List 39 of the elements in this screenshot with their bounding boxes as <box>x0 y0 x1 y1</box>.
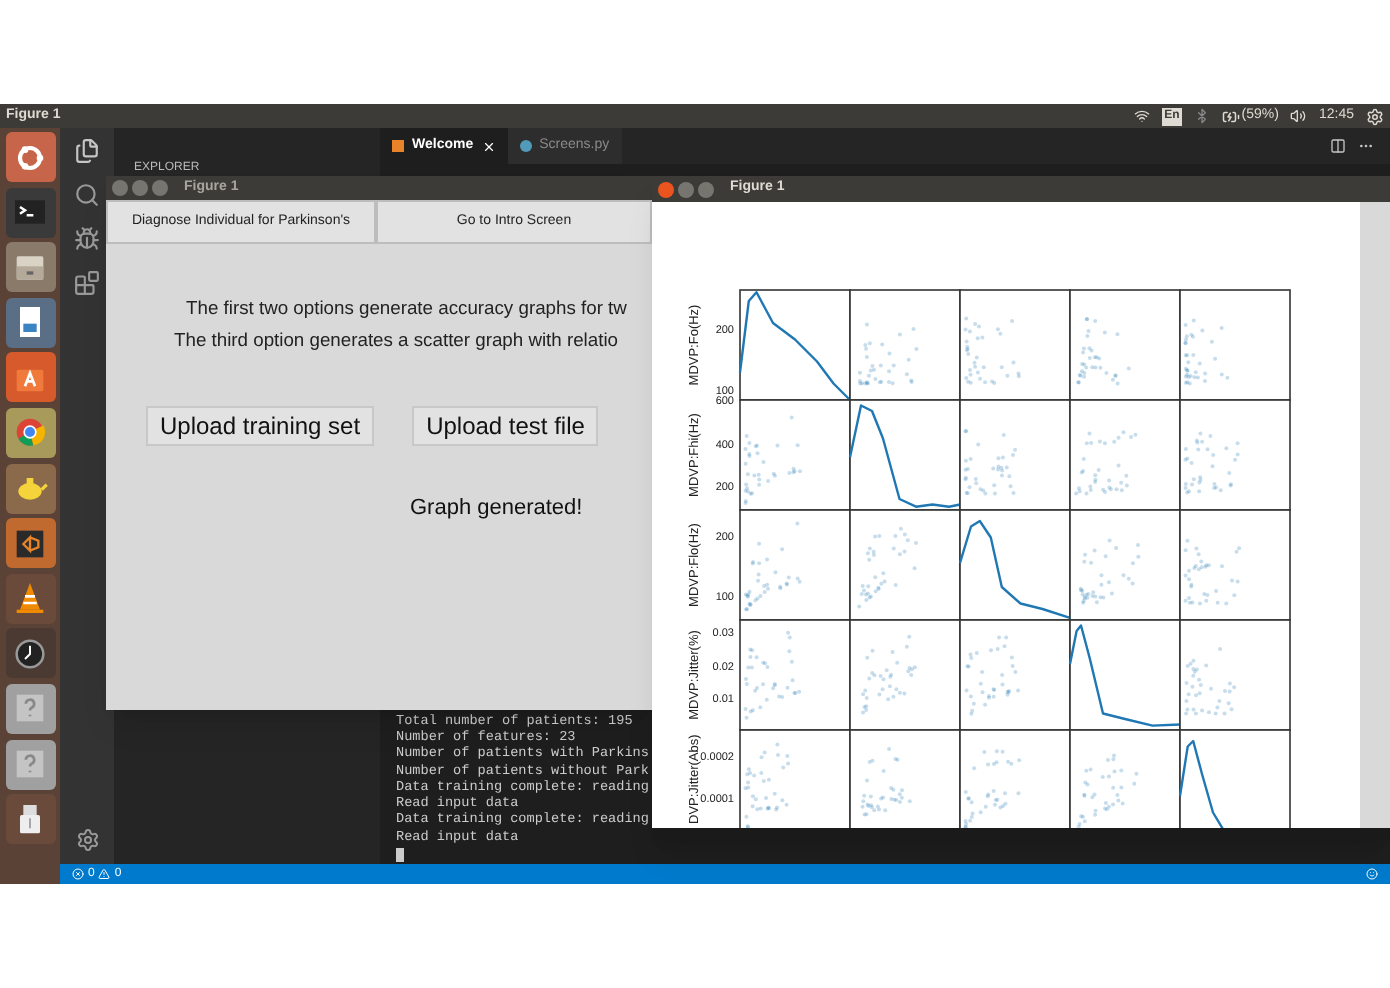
upload-button[interactable]: Upload test file <box>412 406 599 446</box>
clock-icon[interactable] <box>5 628 55 679</box>
upload-button[interactable]: Upload training set <box>146 406 375 446</box>
battery-icon[interactable] <box>1221 107 1240 125</box>
teapot-icon[interactable] <box>5 463 55 514</box>
close-button[interactable] <box>658 181 674 197</box>
file-icon <box>392 140 404 152</box>
bug-icon[interactable] <box>74 226 100 252</box>
maximize-button[interactable] <box>152 180 168 196</box>
minimize-button[interactable] <box>132 180 148 196</box>
bluetooth-icon[interactable] <box>1193 108 1210 124</box>
extensions-icon[interactable] <box>74 270 100 296</box>
feedback-icon[interactable] <box>1366 868 1378 880</box>
error-icon[interactable] <box>72 868 84 880</box>
drawer-icon[interactable] <box>5 242 55 293</box>
maximize-button[interactable] <box>698 181 714 197</box>
terminal-cursor <box>396 848 404 862</box>
shopping-bag-icon[interactable] <box>5 352 55 403</box>
question-mark-icon[interactable] <box>5 683 55 734</box>
wifi-icon[interactable] <box>1134 108 1151 124</box>
warning-icon[interactable] <box>98 868 111 880</box>
close-icon[interactable] <box>481 139 496 153</box>
usb-drive-icon[interactable] <box>5 794 55 845</box>
question-mark-icon[interactable] <box>5 739 55 790</box>
description-text: The first two options generate accuracy graphs for tw <box>184 296 627 320</box>
description-text: The third option generates a scatter graph with relatio <box>174 328 619 352</box>
files-icon[interactable] <box>74 138 100 164</box>
traffic-cone-icon[interactable] <box>5 573 55 624</box>
code-editor-icon[interactable] <box>5 518 55 569</box>
file-icon <box>519 140 532 152</box>
status-message: Graph generated! <box>410 496 583 520</box>
close-button[interactable] <box>112 180 128 196</box>
document-icon[interactable] <box>5 297 55 348</box>
settings-icon[interactable] <box>75 828 99 852</box>
minimize-button[interactable] <box>678 181 694 197</box>
volume-icon[interactable] <box>1290 108 1307 124</box>
circle-logo-icon[interactable] <box>5 132 55 182</box>
search-icon[interactable] <box>74 182 100 208</box>
split-editor-icon[interactable] <box>1330 138 1346 154</box>
